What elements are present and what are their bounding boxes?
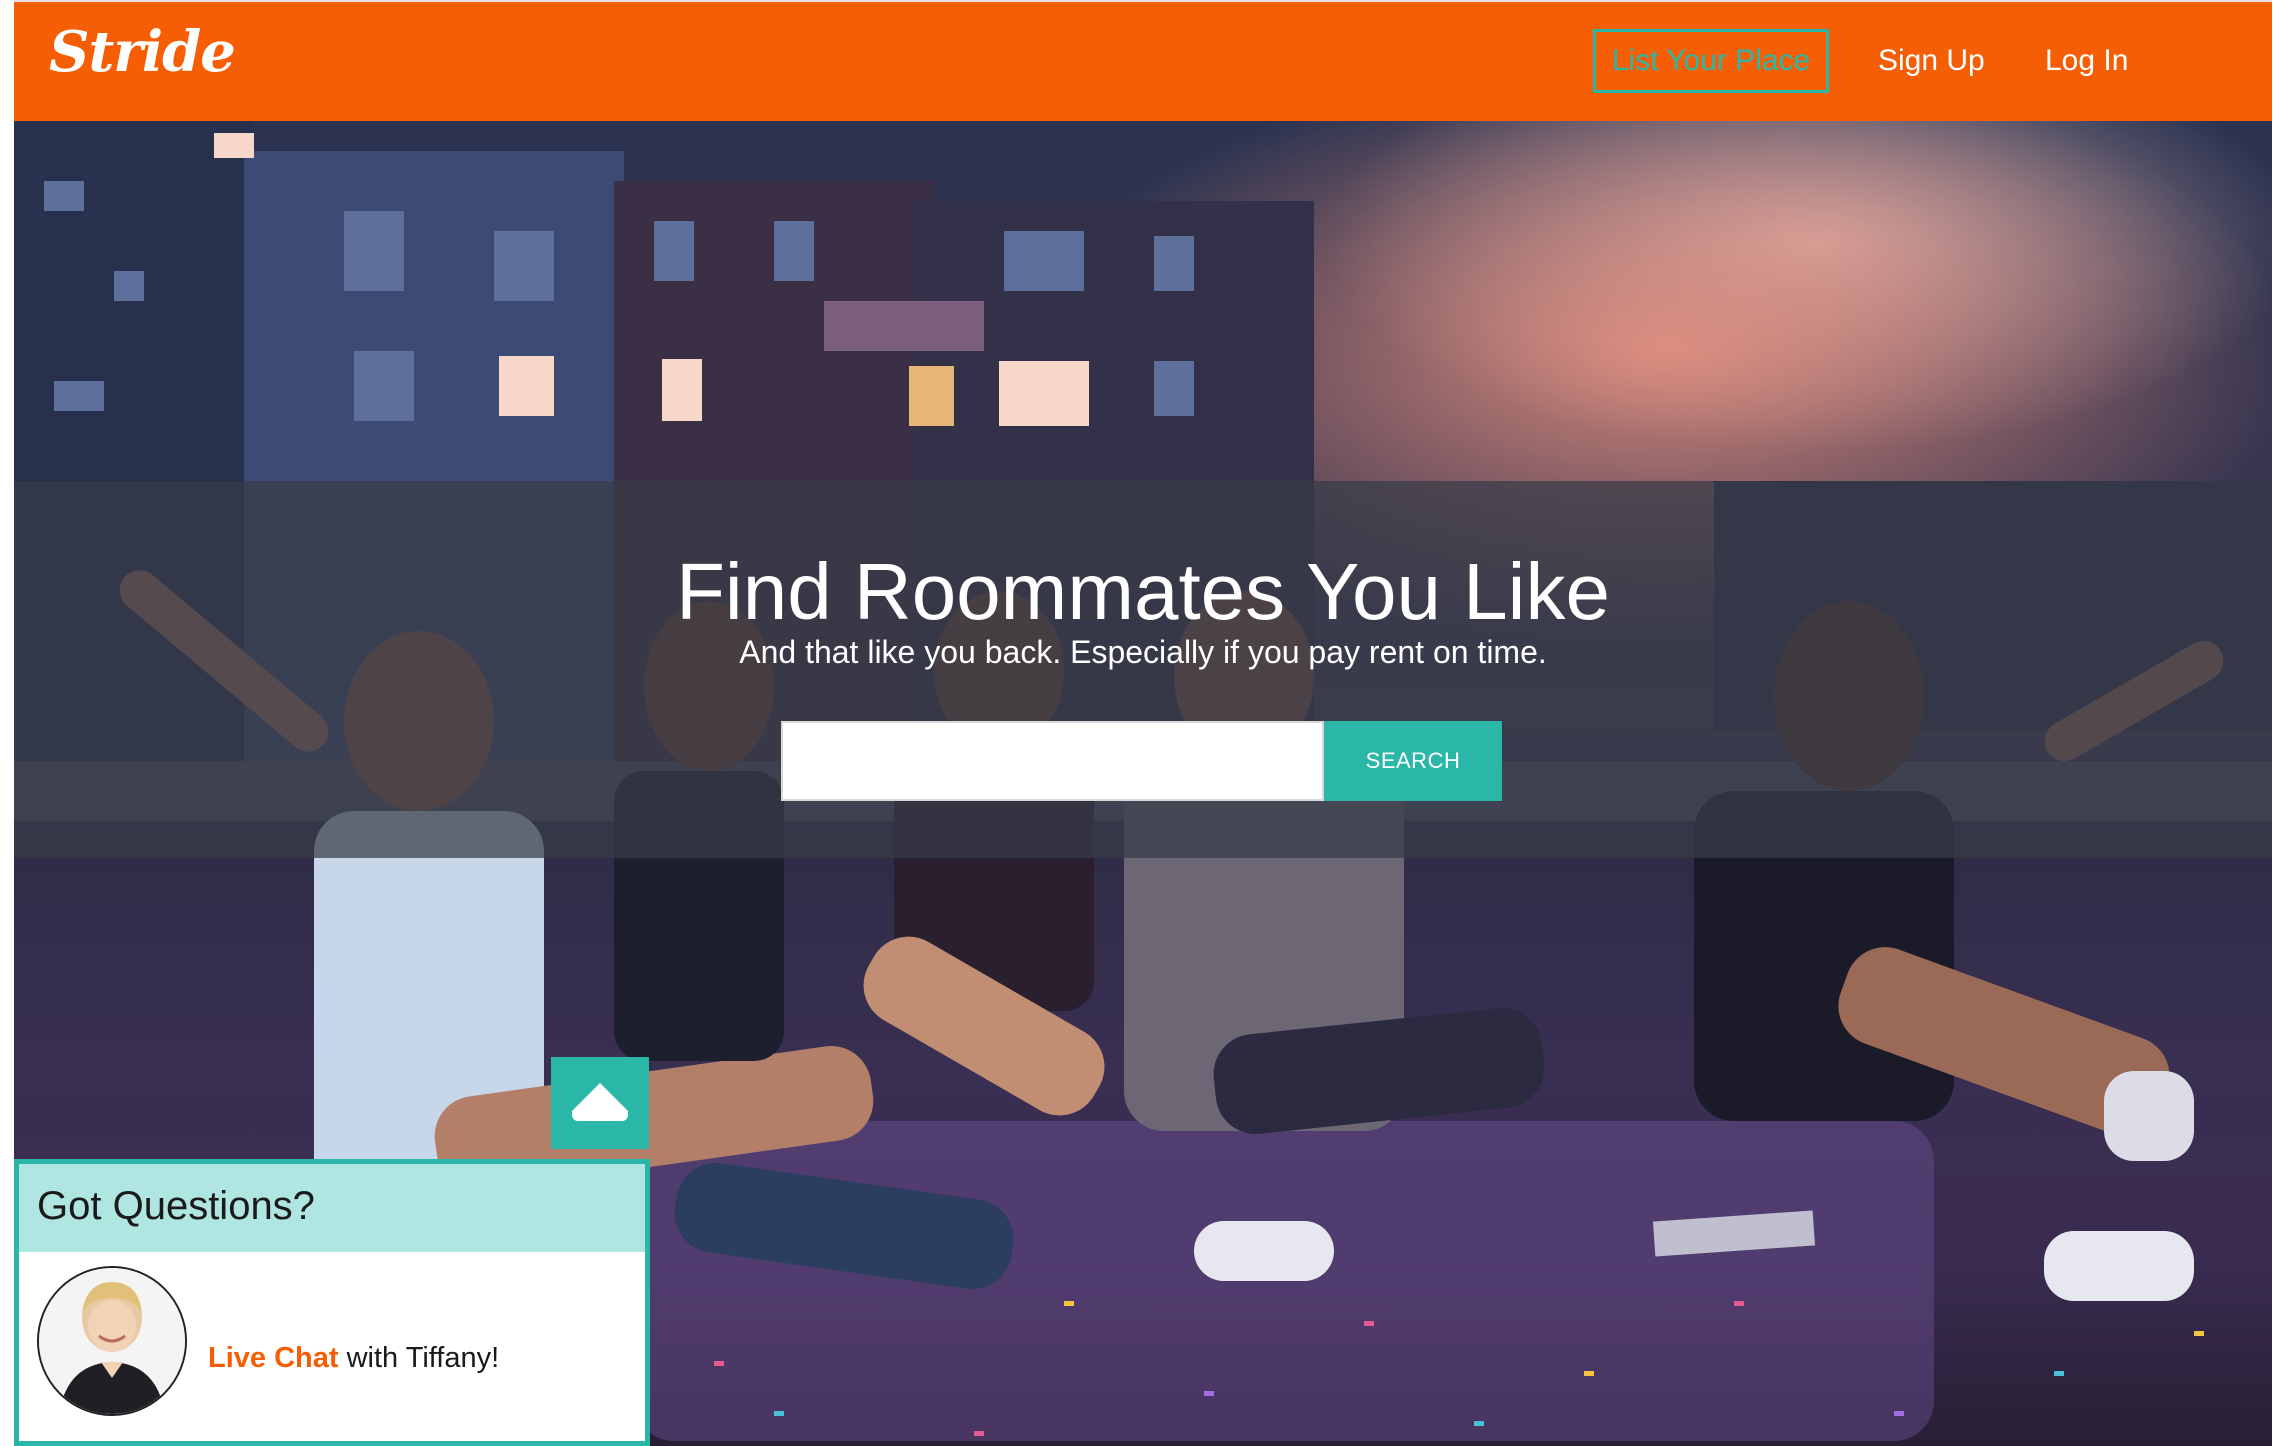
page: Stride List Your Place Sign Up Log In Fi… <box>14 0 2272 1446</box>
sign-up-link[interactable]: Sign Up <box>1878 29 1985 93</box>
live-chat-widget: Got Questions? Live Chat with Tiffany! <box>14 1159 650 1446</box>
search-button[interactable]: SEARCH <box>1324 721 1502 801</box>
stride-logo[interactable]: Stride <box>49 24 236 80</box>
chat-header: Got Questions? <box>19 1164 645 1252</box>
log-in-link[interactable]: Log In <box>2045 29 2128 93</box>
list-your-place-button[interactable]: List Your Place <box>1593 29 1829 93</box>
hero-title: Find Roommates You Like <box>676 547 1610 636</box>
live-chat-suffix: with Tiffany! <box>338 1342 500 1374</box>
live-chat-label[interactable]: Live Chat <box>208 1342 339 1374</box>
chat-title: Got Questions? <box>37 1184 315 1228</box>
search-input[interactable] <box>781 721 1324 801</box>
live-chat-link[interactable]: Live Chat with Tiffany! <box>208 1342 499 1375</box>
avatar <box>37 1266 187 1416</box>
hero-subtitle: And that like you back. Especially if yo… <box>739 634 1547 670</box>
chat-collapse-toggle[interactable] <box>551 1057 649 1149</box>
top-nav-bar: Stride List Your Place Sign Up Log In <box>14 0 2272 121</box>
